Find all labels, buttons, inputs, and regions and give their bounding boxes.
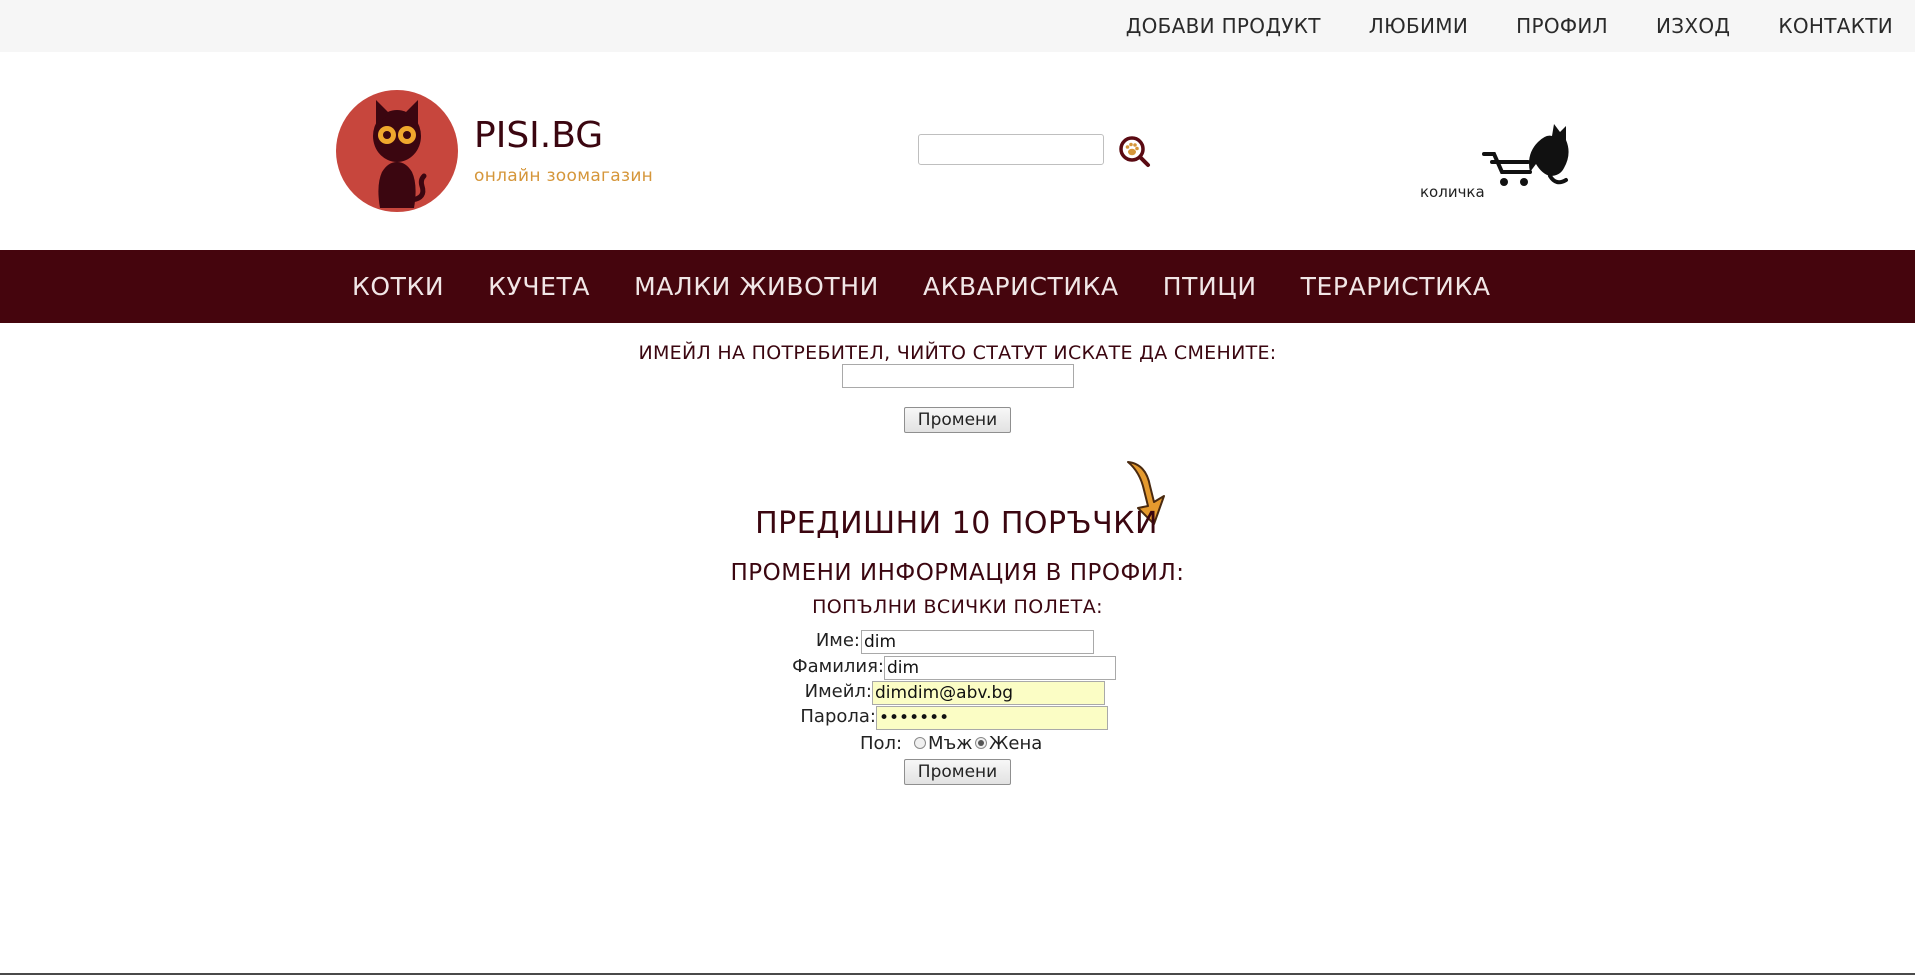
brand-title[interactable]: PISI.BG — [474, 115, 603, 156]
last-name-label: Фамилия: — [792, 656, 884, 677]
email-label: Имейл: — [804, 681, 872, 702]
gender-female-radio[interactable] — [975, 737, 987, 749]
main-nav-links: КОТКИ КУЧЕТА МАЛКИ ЖИВОТНИ АКВАРИСТИКА П… — [352, 250, 1535, 323]
logout-link[interactable]: ИЗХОД — [1656, 14, 1730, 38]
email-field[interactable]: dimdim@abv.bg — [872, 681, 1105, 705]
change-status-button[interactable]: Промени — [904, 407, 1011, 433]
main-nav: КОТКИ КУЧЕТА МАЛКИ ЖИВОТНИ АКВАРИСТИКА П… — [0, 250, 1915, 323]
previous-orders-title[interactable]: ПРЕДИШНИ 10 ПОРЪЧКИ — [0, 506, 1914, 541]
profile-edit-title: ПРОМЕНИ ИНФОРМАЦИЯ В ПРОФИЛ: — [730, 560, 1185, 586]
profile-link[interactable]: ПРОФИЛ — [1516, 14, 1608, 38]
gender-female-label: Жена — [989, 733, 1043, 754]
nav-item-terraristics[interactable]: ТЕРАРИСТИКА — [1301, 272, 1491, 301]
contacts-link[interactable]: КОНТАКТИ — [1778, 14, 1893, 38]
first-name-field[interactable]: dim — [861, 630, 1094, 654]
nav-item-dogs[interactable]: КУЧЕТА — [488, 272, 590, 301]
brand-subtitle: онлайн зоомагазин — [474, 166, 654, 186]
nav-item-cats[interactable]: КОТКИ — [352, 272, 444, 301]
gender-label: Пол: — [860, 733, 903, 754]
gender-male-label: Мъж — [928, 733, 973, 754]
nav-item-birds[interactable]: ПТИЦИ — [1163, 272, 1257, 301]
cat-shopping-cart-icon[interactable] — [1480, 114, 1576, 190]
fill-all-fields-title: ПОПЪЛНИ ВСИЧКИ ПОЛЕТА: — [812, 596, 1103, 618]
logo[interactable] — [336, 90, 458, 212]
gender-male-radio[interactable] — [914, 737, 926, 749]
last-name-field[interactable]: dim — [884, 656, 1116, 680]
top-bar: ДОБАВИ ПРОДУКТ ЛЮБИМИ ПРОФИЛ ИЗХОД КОНТА… — [0, 0, 1915, 52]
nav-item-small-animals[interactable]: МАЛКИ ЖИВОТНИ — [634, 272, 879, 301]
cat-logo-icon — [373, 100, 427, 208]
paw-search-icon[interactable] — [1117, 134, 1151, 168]
password-label: Парола: — [800, 706, 876, 727]
status-email-label: ИМЕЙЛ НА ПОТРЕБИТЕЛ, ЧИЙТО СТАТУТ ИСКАТЕ… — [638, 342, 1277, 364]
favorites-link[interactable]: ЛЮБИМИ — [1369, 14, 1468, 38]
add-product-link[interactable]: ДОБАВИ ПРОДУКТ — [1126, 14, 1321, 38]
nav-item-aquaristics[interactable]: АКВАРИСТИКА — [923, 272, 1119, 301]
status-email-input[interactable] — [842, 364, 1074, 388]
cart-label[interactable]: количка — [1420, 183, 1485, 201]
top-links: ДОБАВИ ПРОДУКТ ЛЮБИМИ ПРОФИЛ ИЗХОД КОНТА… — [1078, 0, 1893, 52]
search-input[interactable] — [918, 134, 1104, 165]
save-profile-button[interactable]: Промени — [904, 759, 1011, 785]
password-field[interactable]: ••••••• — [876, 706, 1108, 730]
first-name-label: Име: — [815, 630, 860, 651]
